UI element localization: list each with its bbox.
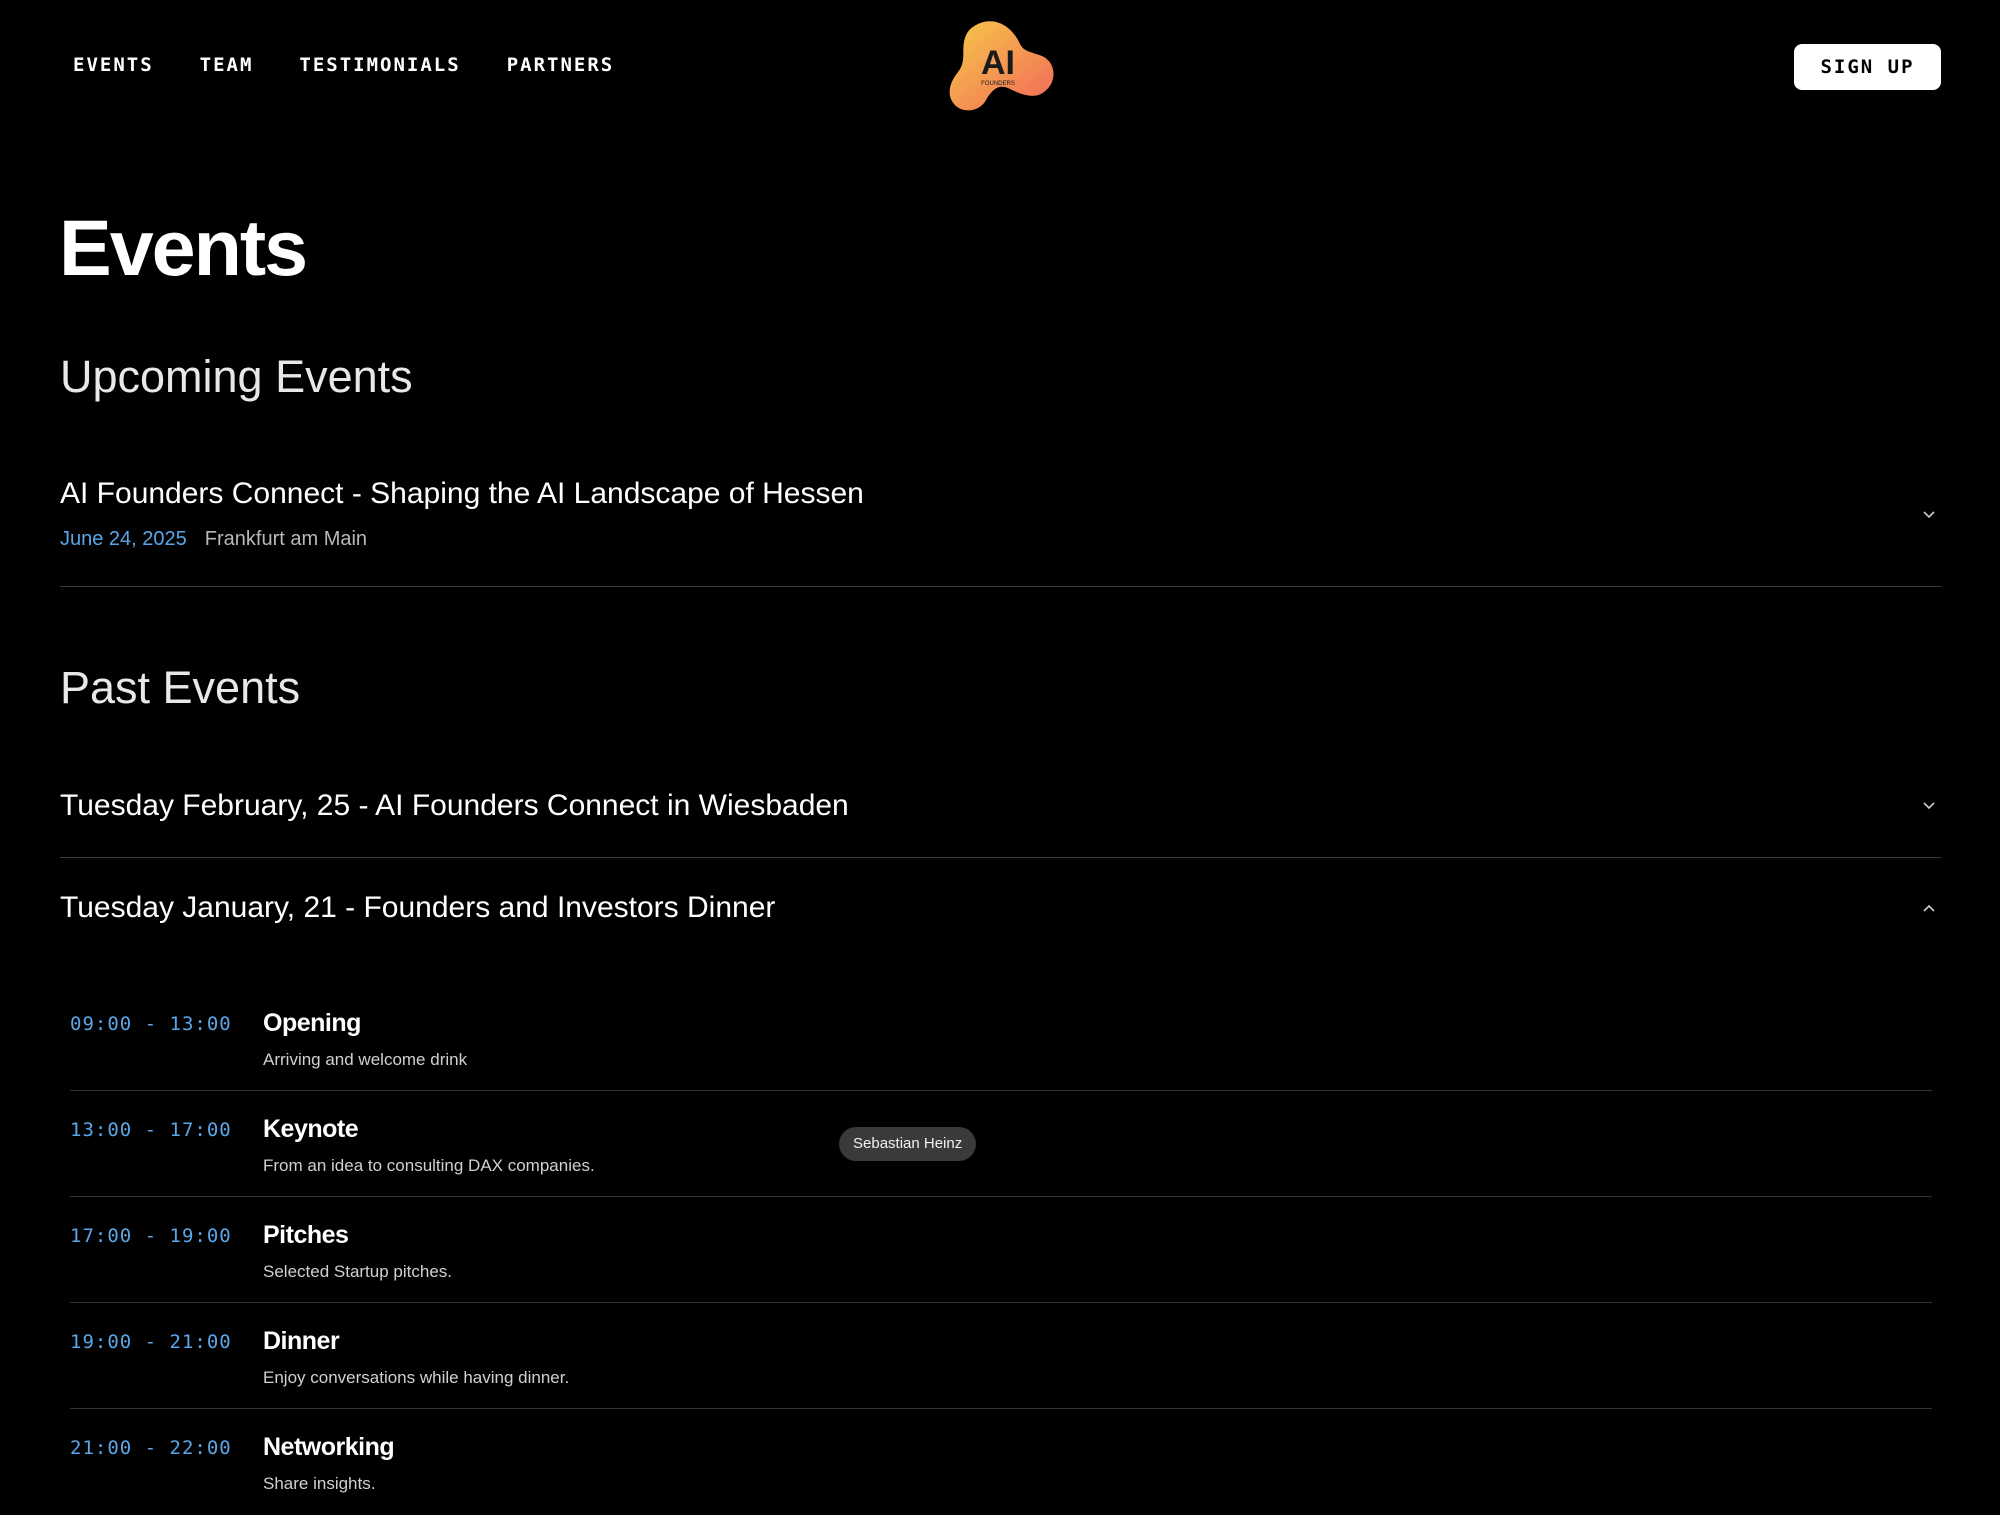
main-nav: EVENTS TEAM TESTIMONIALS PARTNERS bbox=[73, 54, 614, 76]
event-date: June 24, 2025 bbox=[60, 528, 187, 550]
schedule-time: 13:00 - 17:00 bbox=[70, 1119, 232, 1141]
chevron-down-icon[interactable] bbox=[1921, 507, 1937, 523]
upcoming-events-heading: Upcoming Events bbox=[60, 351, 413, 402]
nav-partners[interactable]: PARTNERS bbox=[507, 54, 615, 76]
site-logo[interactable]: AI FOUNDERS bbox=[940, 18, 1060, 116]
past-events-heading: Past Events bbox=[60, 662, 301, 713]
schedule-description: Enjoy conversations while having dinner. bbox=[263, 1368, 570, 1387]
nav-testimonials[interactable]: TESTIMONIALS bbox=[299, 54, 460, 76]
page-title: Events bbox=[59, 203, 308, 292]
event-location: Frankfurt am Main bbox=[204, 528, 368, 550]
schedule-description: Arriving and welcome drink bbox=[263, 1050, 468, 1069]
schedule-description: Share insights. bbox=[263, 1474, 376, 1493]
schedule-time: 09:00 - 13:00 bbox=[70, 1013, 232, 1035]
upcoming-event-item[interactable]: AI Founders Connect - Shaping the AI Lan… bbox=[60, 474, 1941, 587]
svg-text:FOUNDERS: FOUNDERS bbox=[981, 81, 1015, 87]
schedule-title: Pitches bbox=[263, 1221, 349, 1249]
event-title: AI Founders Connect - Shaping the AI Lan… bbox=[60, 477, 864, 510]
schedule-title: Dinner bbox=[263, 1327, 340, 1355]
schedule-description: From an idea to consulting DAX companies… bbox=[263, 1156, 595, 1175]
schedule-title: Keynote bbox=[263, 1115, 359, 1143]
nav-team[interactable]: TEAM bbox=[200, 54, 254, 76]
chevron-up-icon[interactable] bbox=[1921, 900, 1937, 916]
site-header: EVENTS TEAM TESTIMONIALS PARTNERS AI FOU… bbox=[0, 0, 2000, 132]
schedule-time: 21:00 - 22:00 bbox=[70, 1437, 232, 1459]
event-meta: June 24, 2025 Frankfurt am Main bbox=[60, 529, 367, 549]
schedule-item: 19:00 - 21:00 Dinner Enjoy conversations… bbox=[70, 1303, 1932, 1409]
chevron-down-icon[interactable] bbox=[1921, 798, 1937, 814]
schedule-item: 17:00 - 19:00 Pitches Selected Startup p… bbox=[70, 1197, 1932, 1303]
schedule-item: 09:00 - 13:00 Opening Arriving and welco… bbox=[70, 985, 1932, 1091]
event-schedule: 09:00 - 13:00 Opening Arriving and welco… bbox=[70, 985, 1932, 1515]
schedule-item: 13:00 - 17:00 Keynote From an idea to co… bbox=[70, 1091, 1932, 1197]
schedule-time: 17:00 - 19:00 bbox=[70, 1225, 232, 1247]
past-event-item[interactable]: Tuesday January, 21 - Founders and Inves… bbox=[60, 888, 1941, 948]
nav-events[interactable]: EVENTS bbox=[73, 54, 154, 76]
schedule-title: Opening bbox=[263, 1009, 361, 1037]
schedule-item: 21:00 - 22:00 Networking Share insights. bbox=[70, 1409, 1932, 1515]
schedule-title: Networking bbox=[263, 1433, 395, 1461]
speaker-badge[interactable]: Sebastian Heinz bbox=[839, 1127, 977, 1161]
schedule-description: Selected Startup pitches. bbox=[263, 1262, 453, 1281]
sign-up-button[interactable]: SIGN UP bbox=[1794, 44, 1941, 90]
event-title: Tuesday February, 25 - AI Founders Conne… bbox=[60, 789, 849, 822]
past-event-item[interactable]: Tuesday February, 25 - AI Founders Conne… bbox=[60, 786, 1941, 858]
svg-text:AI: AI bbox=[981, 44, 1015, 82]
schedule-time: 19:00 - 21:00 bbox=[70, 1331, 232, 1353]
event-title: Tuesday January, 21 - Founders and Inves… bbox=[60, 891, 776, 924]
